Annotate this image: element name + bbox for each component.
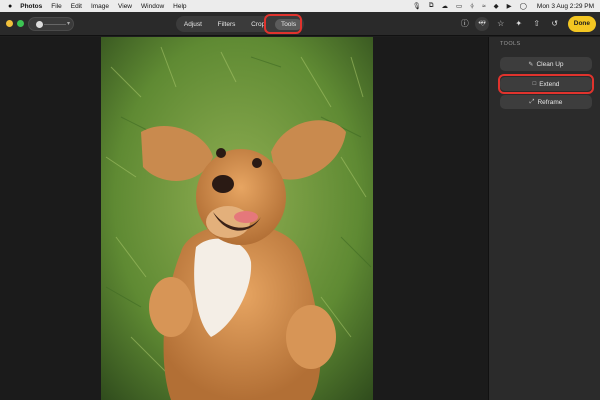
vpn-icon[interactable]: ◆ (494, 2, 499, 10)
done-button[interactable]: Done (567, 16, 596, 32)
zoom-slider-track (44, 24, 66, 25)
menu-image[interactable]: Image (91, 3, 109, 10)
microphone-icon[interactable]: 🎙 (413, 2, 421, 10)
globe-icon[interactable]: ◯ (520, 2, 527, 10)
dog-photo-image (101, 37, 373, 400)
dog-photo[interactable] (101, 37, 373, 400)
info-icon[interactable]: ⓘ (458, 17, 472, 31)
clean-up-button[interactable]: ✎ Clean Up (500, 57, 592, 71)
extend-label: Extend (539, 80, 560, 88)
menu-window[interactable]: Window (141, 3, 164, 10)
copy-icon[interactable]: ⧉ (429, 2, 434, 10)
heart-icon[interactable]: ♡ (476, 17, 490, 31)
tab-filters[interactable]: Filters (212, 19, 242, 30)
magic-wand-icon[interactable]: ✦ (512, 17, 526, 31)
rotate-icon[interactable]: ↺ (548, 17, 562, 31)
tab-crop[interactable]: Crop (245, 19, 271, 30)
bluetooth-icon[interactable]: ᛄ (470, 3, 474, 10)
menu-help[interactable]: Help (173, 3, 186, 10)
menu-clock[interactable]: Mon 3 Aug 2:29 PM (537, 3, 594, 10)
sidebar-title: TOOLS (500, 41, 521, 47)
reframe-icon: ⤢ (529, 98, 535, 105)
photo-canvas (0, 37, 488, 400)
play-icon[interactable]: ▶ (507, 2, 512, 10)
menu-edit[interactable]: Edit (71, 3, 82, 10)
menu-file[interactable]: File (51, 3, 61, 10)
tools-sidebar: TOOLS ✎ Clean Up □ Extend ⤢ Reframe (488, 37, 600, 400)
clean-up-label: Clean Up (536, 60, 564, 68)
zoom-slider-knob[interactable] (36, 21, 43, 28)
star-icon[interactable]: ☆ (494, 17, 508, 31)
tab-tools[interactable]: Tools (274, 18, 303, 30)
apple-icon[interactable]: ● (8, 3, 12, 10)
fullscreen-button[interactable] (17, 20, 24, 27)
menu-bar: ● Photos File Edit Image View Window Hel… (0, 0, 600, 12)
reframe-label: Reframe (537, 98, 563, 106)
reframe-button[interactable]: ⤢ Reframe (500, 95, 592, 109)
window-controls (6, 20, 24, 27)
minimize-button[interactable] (6, 20, 13, 27)
zoom-slider[interactable]: ▾ (28, 17, 74, 31)
tab-adjust[interactable]: Adjust (178, 19, 208, 30)
extend-button[interactable]: □ Extend (500, 77, 592, 91)
menu-app-name[interactable]: Photos (20, 3, 42, 10)
editor-toolbar: ▾ Adjust Filters Crop Tools ••• ⓘ ♡ ☆ ✦ … (0, 12, 600, 36)
edit-mode-tabs: Adjust Filters Crop Tools (176, 16, 304, 32)
eraser-icon: ✎ (528, 61, 534, 68)
weather-icon[interactable]: ☁ (441, 2, 448, 10)
toolbar-actions: ⓘ ♡ ☆ ✦ ⇧ ↺ Done (458, 16, 596, 32)
share-icon[interactable]: ⇧ (530, 17, 544, 31)
wifi-icon[interactable]: ≈ (482, 3, 486, 10)
chevron-down-icon[interactable]: ▾ (67, 20, 70, 27)
extend-icon: □ (532, 81, 537, 87)
airplay-icon[interactable]: ▭ (456, 2, 462, 10)
menu-view[interactable]: View (118, 3, 132, 10)
